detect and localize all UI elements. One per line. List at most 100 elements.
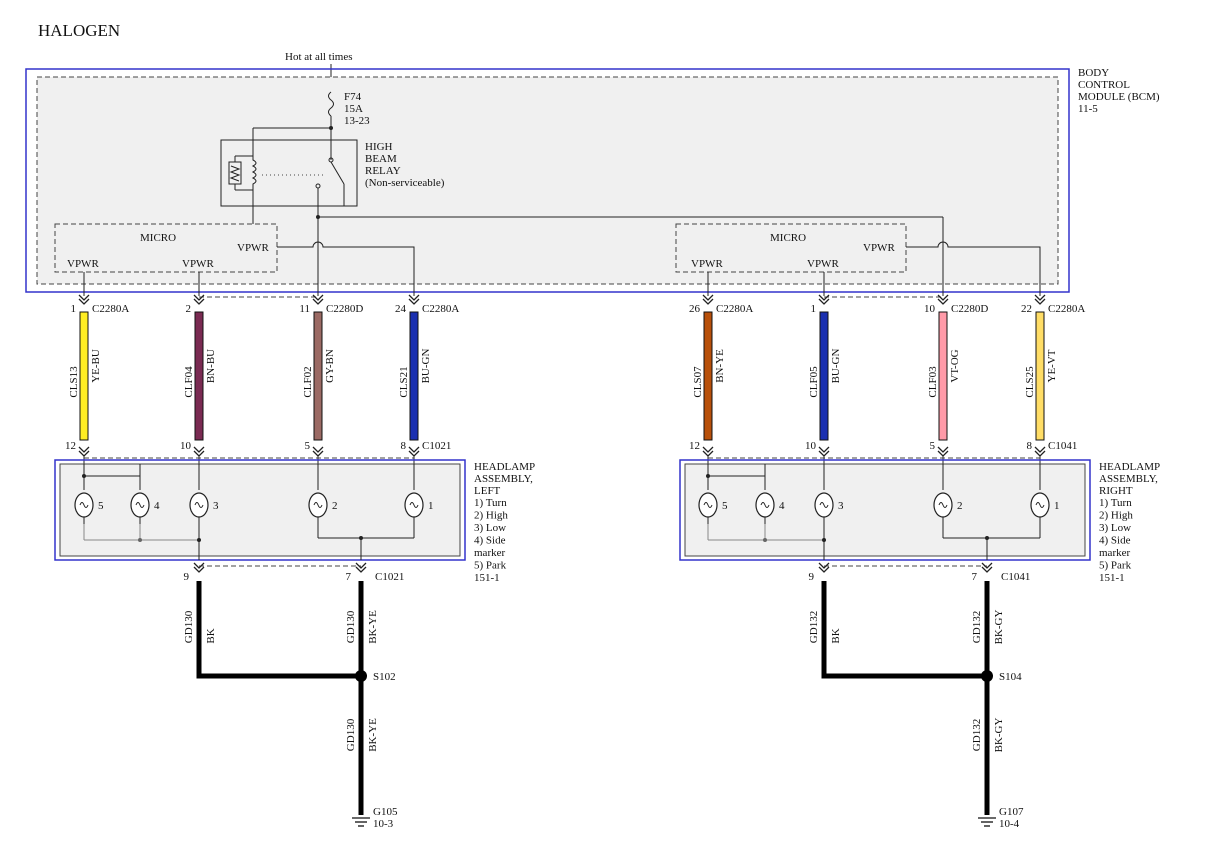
circuit-label: CLF04 (183, 366, 195, 398)
headlamp-item: 5) Park (1099, 560, 1132, 572)
connector-chevron-icon (818, 446, 830, 453)
ground-icon (352, 817, 370, 827)
bcm-label-3: MODULE (BCM) (1078, 91, 1160, 103)
connector-chevron-icon (78, 446, 90, 453)
micro-right-label: MICRO (770, 232, 806, 244)
bulb-number: 4 (154, 500, 160, 512)
bulb-icon (308, 492, 328, 518)
headlamp-ref: 151-1 (474, 572, 500, 584)
bulb-icon (189, 492, 209, 518)
bottom-connector: C1021 (422, 440, 451, 452)
top-connector: C2280D (951, 303, 988, 315)
top-pin: 11 (299, 303, 310, 315)
headlamp-item: 4) Side (474, 535, 506, 547)
ground-circuit-label: GD132 (971, 719, 983, 751)
wire-segment (194, 311, 204, 441)
headlamp-assembly-left: 5 4 3 2 1 HEADLAMPASSEMBLY,LEFT1) Turn2) High… (54, 457, 535, 584)
wire-cls25: 22 C2280A 8 C1041 CLS25 YE-VT (1021, 294, 1085, 464)
headlamp-item: 1) Turn (474, 497, 507, 509)
headlamp-item: marker (474, 547, 505, 559)
bottom-pin: 8 (1027, 440, 1033, 452)
bottom-pin: 10 (180, 440, 192, 452)
bulb-number: 1 (1054, 500, 1060, 512)
top-pin: 22 (1021, 303, 1032, 315)
bcm-label-1: BODY (1078, 67, 1109, 79)
top-pin: 26 (689, 303, 701, 315)
bulb-icon (1030, 492, 1050, 518)
bottom-pin: 12 (689, 440, 700, 452)
connector-chevron-icon (193, 446, 205, 453)
bulb-icon (404, 492, 424, 518)
relay-label-3: RELAY (365, 165, 401, 177)
top-connector: C2280A (1048, 303, 1085, 315)
headlamp-item: 2) High (1099, 510, 1133, 522)
top-pin: 1 (71, 303, 77, 315)
fuse-name: F74 (344, 91, 362, 103)
connector-chevron-icon (408, 446, 420, 453)
ground-icon (978, 817, 996, 827)
wire-segment (703, 311, 713, 441)
micro-left-label: MICRO (140, 232, 176, 244)
splice-label: S102 (373, 671, 396, 683)
ground-code-label: BK (830, 628, 842, 643)
headlamp-label: HEADLAMP (1099, 461, 1160, 473)
wire-segment (409, 311, 419, 441)
bottom-pin: 5 (305, 440, 311, 452)
headlamp-label: HEADLAMP (474, 461, 535, 473)
bulb-icon (74, 492, 94, 518)
color-code-label: YE-BU (90, 349, 102, 383)
ground-name: G105 (373, 806, 398, 818)
relay-label-4: (Non-serviceable) (365, 177, 445, 189)
bulb-icon (755, 492, 775, 518)
bulb-icon (130, 492, 150, 518)
ground-code-label: BK-GY (993, 718, 1005, 753)
circuit-label: CLS13 (68, 366, 80, 398)
circuit-label: CLF03 (927, 366, 939, 398)
headlamp-item: 3) Low (474, 522, 506, 534)
headlamp-label: ASSEMBLY, (1099, 473, 1158, 485)
fuse-ref: 13-23 (344, 115, 370, 127)
headlamp-item: 2) High (474, 510, 508, 522)
color-code-label: GY-BN (324, 349, 336, 383)
headlamp-ref: 151-1 (1099, 572, 1125, 584)
bulb-number: 2 (957, 500, 963, 512)
micro-right-vpwr-1: VPWR (691, 258, 723, 270)
wire-segment (79, 311, 89, 441)
top-connector: C2280A (422, 303, 459, 315)
wire-segment (1035, 311, 1045, 441)
bcm-inner (36, 76, 1059, 285)
headlamp-item: marker (1099, 547, 1130, 559)
splice-label: S104 (999, 671, 1022, 683)
color-code-label: BN-YE (714, 349, 726, 383)
headlamp-item: 5) Park (474, 560, 507, 572)
top-pin: 2 (186, 303, 192, 315)
micro-left-vpwr-2: VPWR (182, 258, 214, 270)
supply-label: Hot at all times (285, 51, 353, 63)
bulb-icon (814, 492, 834, 518)
bulb-number: 5 (722, 500, 728, 512)
ground-ref: 10-3 (373, 818, 394, 830)
circuit-label: CLF05 (808, 366, 820, 398)
wire-cls13: 1 C2280A 12 CLS13 YE-BU (65, 294, 129, 464)
top-connector: C2280A (92, 303, 129, 315)
bottom-pin: 10 (805, 440, 817, 452)
bottom-pin: 8 (401, 440, 407, 452)
headlamp-label: ASSEMBLY, (474, 473, 533, 485)
top-connector: C2280D (326, 303, 363, 315)
wire-cls07: 26 C2280A 12 CLS07 BN-YE (689, 294, 753, 464)
bulb-number: 4 (779, 500, 785, 512)
splice-icon (981, 670, 993, 682)
wiring-diagram: HALOGEN Hot at all times BODY CONTROL MO… (25, 21, 1160, 830)
top-pin: 1 (811, 303, 817, 315)
color-code-label: YE-VT (1046, 349, 1058, 382)
headlamp-label: LEFT (474, 485, 501, 497)
ground-pin: 9 (809, 571, 815, 583)
connector-chevron-icon (937, 446, 949, 453)
color-code-label: BU-GN (830, 349, 842, 384)
circuit-label: CLS25 (1024, 366, 1036, 398)
ground-name: G107 (999, 806, 1024, 818)
bulb-number: 1 (428, 500, 434, 512)
top-connector: C2280A (716, 303, 753, 315)
circuit-label: CLS21 (398, 366, 410, 397)
wire-clf03: 10 C2280D 5 CLF03 VT-OG (924, 294, 988, 464)
